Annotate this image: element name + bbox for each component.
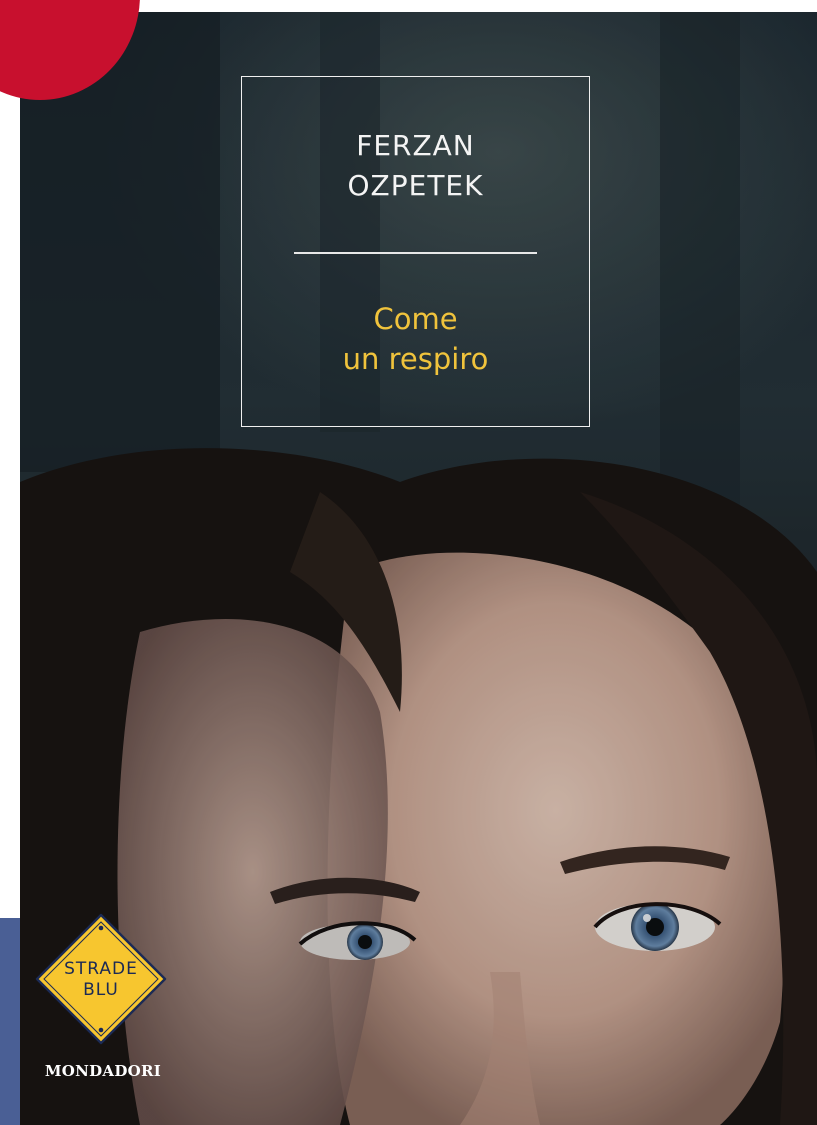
road-sign-diamond-icon xyxy=(35,913,167,1045)
title-divider xyxy=(294,252,537,254)
series-badge-line-1: STRADE xyxy=(64,959,138,979)
book-cover-page: FERZAN OZPETEK Come un respiro STRADE BL… xyxy=(0,0,817,1125)
title-frame: FERZAN OZPETEK Come un respiro xyxy=(241,76,590,427)
side-color-band xyxy=(0,918,20,1125)
book-title-line-2: un respiro xyxy=(342,342,489,376)
series-badge: STRADE BLU xyxy=(34,912,168,1046)
book-title-line-1: Come xyxy=(373,302,458,336)
author-first-name: FERZAN xyxy=(356,129,475,162)
publisher-logo: MONDADORI xyxy=(44,1062,162,1080)
series-badge-line-2: BLU xyxy=(83,980,119,1000)
author-last-name: OZPETEK xyxy=(347,169,484,202)
